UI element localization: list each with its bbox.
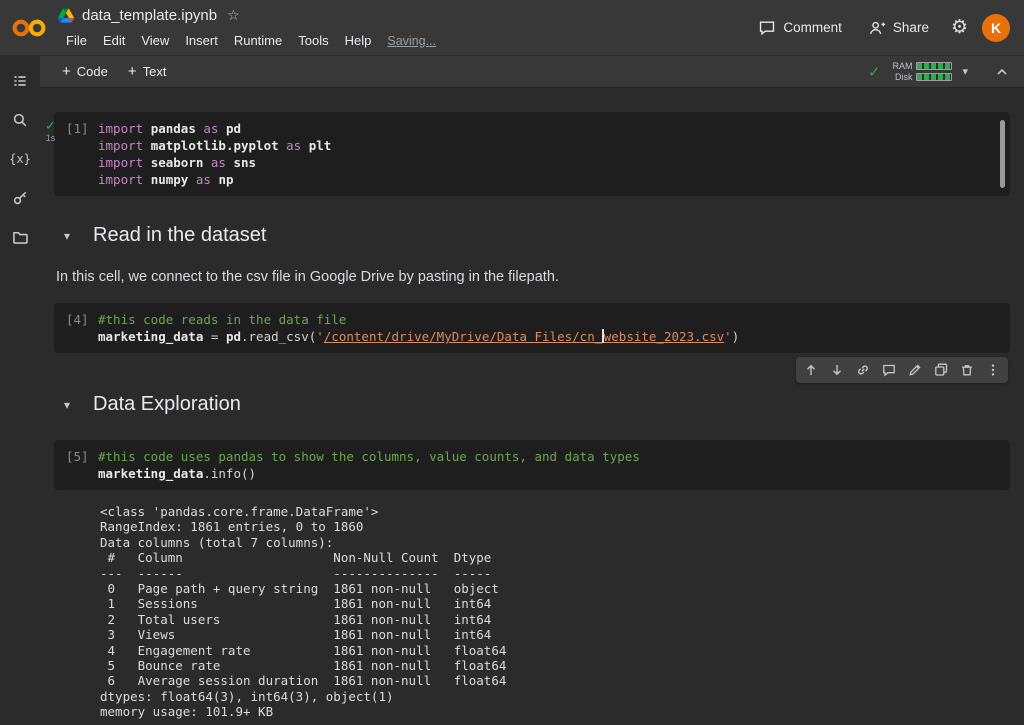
code-cell-read-csv[interactable]: [4] #this code reads in the data file mar…	[54, 303, 1010, 353]
section-header-explore[interactable]: ▾ Data Exploration	[54, 387, 1010, 422]
ram-usage-bar	[916, 62, 953, 70]
arrow-down-icon	[833, 365, 841, 376]
comment-button[interactable]: Comment	[750, 13, 850, 43]
share-button[interactable]: Share	[860, 13, 937, 43]
menu-help[interactable]: Help	[337, 30, 380, 51]
pencil-icon	[909, 364, 921, 376]
output-text: <class 'pandas.core.frame.DataFrame'> Ra…	[100, 504, 507, 720]
connected-check-icon: ✓	[867, 63, 881, 81]
arrow-up-icon	[807, 364, 815, 375]
more-cell-actions-button[interactable]	[982, 360, 1004, 380]
ram-label: RAM	[892, 60, 913, 71]
ram-row: RAM	[890, 60, 953, 71]
main-column: + Code + Text ✓ RAM Disk ▾ ✓ 1s [1] impo…	[40, 56, 1024, 725]
google-drive-icon	[58, 8, 74, 23]
header-actions: Comment Share ⚙ K	[750, 0, 1024, 55]
share-person-add-icon	[868, 19, 886, 37]
markdown-text: In this cell, we connect to the csv file…	[56, 269, 559, 285]
code-editor[interactable]: #this code reads in the data file marketi…	[98, 311, 998, 345]
code-cell-imports[interactable]: ✓ 1s [1] import pandas as pd import matpl…	[45, 112, 1010, 196]
link-icon	[858, 365, 868, 375]
execution-success-icon: ✓	[45, 118, 56, 133]
section-collapse-chevron-icon[interactable]: ▾	[64, 398, 76, 412]
left-sidebar: {x}	[0, 56, 40, 725]
section-title: Read in the dataset	[93, 224, 267, 246]
user-avatar[interactable]: K	[982, 13, 1010, 42]
notebook-filename[interactable]: data_template.ipynb	[82, 7, 217, 24]
app-header: data_template.ipynb ☆ File Edit View Ins…	[0, 0, 1024, 56]
copy-link-to-cell-button[interactable]	[852, 360, 874, 380]
disk-label: Disk	[894, 71, 913, 82]
cell-output: <class 'pandas.core.frame.DataFrame'> Ra…	[54, 504, 1010, 725]
more-vert-icon	[991, 364, 995, 376]
execution-time: 1s	[45, 133, 56, 143]
add-text-label: Text	[142, 64, 167, 79]
section-header-read[interactable]: ▾ Read in the dataset	[54, 218, 1010, 253]
delete-cell-button[interactable]	[956, 360, 978, 380]
menu-insert[interactable]: Insert	[177, 30, 226, 51]
mirror-cell-icon	[935, 363, 948, 376]
title-row: data_template.ipynb ☆	[58, 2, 750, 28]
mirror-cell-in-tab-button[interactable]	[930, 360, 952, 380]
runtime-status-area: ✓ RAM Disk ▾	[867, 60, 1012, 82]
section-title: Data Exploration	[93, 393, 241, 415]
variables-glyph: {x}	[9, 152, 31, 166]
trash-icon	[962, 365, 972, 376]
disk-row: Disk	[890, 71, 953, 82]
comment-icon	[758, 19, 776, 37]
menu-file[interactable]: File	[58, 30, 95, 51]
plus-icon: +	[62, 63, 71, 80]
resource-monitor[interactable]: RAM Disk	[890, 60, 953, 82]
move-cell-down-button[interactable]	[826, 360, 848, 380]
colab-infinity-icon	[12, 19, 46, 36]
menu-bar: File Edit View Insert Runtime Tools Help…	[58, 28, 750, 54]
resources-dropdown-arrow-icon[interactable]: ▾	[962, 65, 968, 78]
notebook-toolbar: + Code + Text ✓ RAM Disk ▾	[40, 56, 1024, 88]
move-cell-up-button[interactable]	[800, 360, 822, 380]
code-editor[interactable]: import pandas as pd import matplotlib.pyp…	[98, 120, 998, 188]
variables-icon[interactable]: {x}	[9, 150, 31, 168]
menu-edit[interactable]: Edit	[95, 30, 133, 51]
files-folder-icon[interactable]	[11, 228, 29, 246]
add-text-button[interactable]: + Text	[118, 58, 177, 85]
colab-app: data_template.ipynb ☆ File Edit View Ins…	[0, 0, 1024, 725]
code-cell-info[interactable]: [5] #this code uses pandas to show the c…	[54, 440, 1010, 490]
saving-status: Saving...	[387, 33, 436, 48]
menu-tools[interactable]: Tools	[290, 30, 336, 51]
cell-toolbar-row	[54, 357, 1008, 383]
share-label: Share	[892, 20, 929, 35]
comment-icon	[883, 364, 895, 377]
table-of-contents-icon[interactable]	[11, 72, 29, 90]
collapse-toolbar-button[interactable]	[992, 62, 1012, 82]
cell-execution-status: ✓ 1s	[45, 119, 56, 143]
star-icon[interactable]: ☆	[227, 7, 240, 24]
menu-runtime[interactable]: Runtime	[226, 30, 290, 51]
code-editor[interactable]: #this code uses pandas to show the colum…	[98, 448, 998, 482]
secrets-key-icon[interactable]	[11, 189, 29, 207]
search-icon[interactable]	[11, 111, 29, 129]
settings-gear-icon[interactable]: ⚙	[947, 16, 972, 39]
body-row: {x} + Code + Text ✓ RAM Disk ▾ ✓ 1s [1] …	[0, 56, 1024, 725]
cell-toolbar	[796, 357, 1008, 383]
execution-count: [5]	[66, 449, 89, 464]
execution-count: [4]	[66, 312, 89, 327]
disk-usage-bar	[916, 73, 953, 81]
add-code-button[interactable]: + Code	[52, 58, 118, 85]
plus-icon: +	[127, 63, 137, 80]
add-comment-button[interactable]	[878, 360, 900, 380]
edit-cell-button[interactable]	[904, 360, 926, 380]
section-collapse-chevron-icon[interactable]: ▾	[64, 229, 76, 243]
notebook-area[interactable]: ✓ 1s [1] import pandas as pd import matpl…	[40, 88, 1024, 725]
cell-scrollbar[interactable]	[1000, 120, 1005, 188]
execution-count: [1]	[66, 121, 89, 136]
colab-logo[interactable]	[0, 0, 58, 55]
chevron-up-icon	[997, 68, 1007, 75]
comment-label: Comment	[783, 20, 842, 35]
add-code-label: Code	[76, 64, 108, 79]
menu-view[interactable]: View	[133, 30, 177, 51]
header-center: data_template.ipynb ☆ File Edit View Ins…	[58, 0, 750, 55]
